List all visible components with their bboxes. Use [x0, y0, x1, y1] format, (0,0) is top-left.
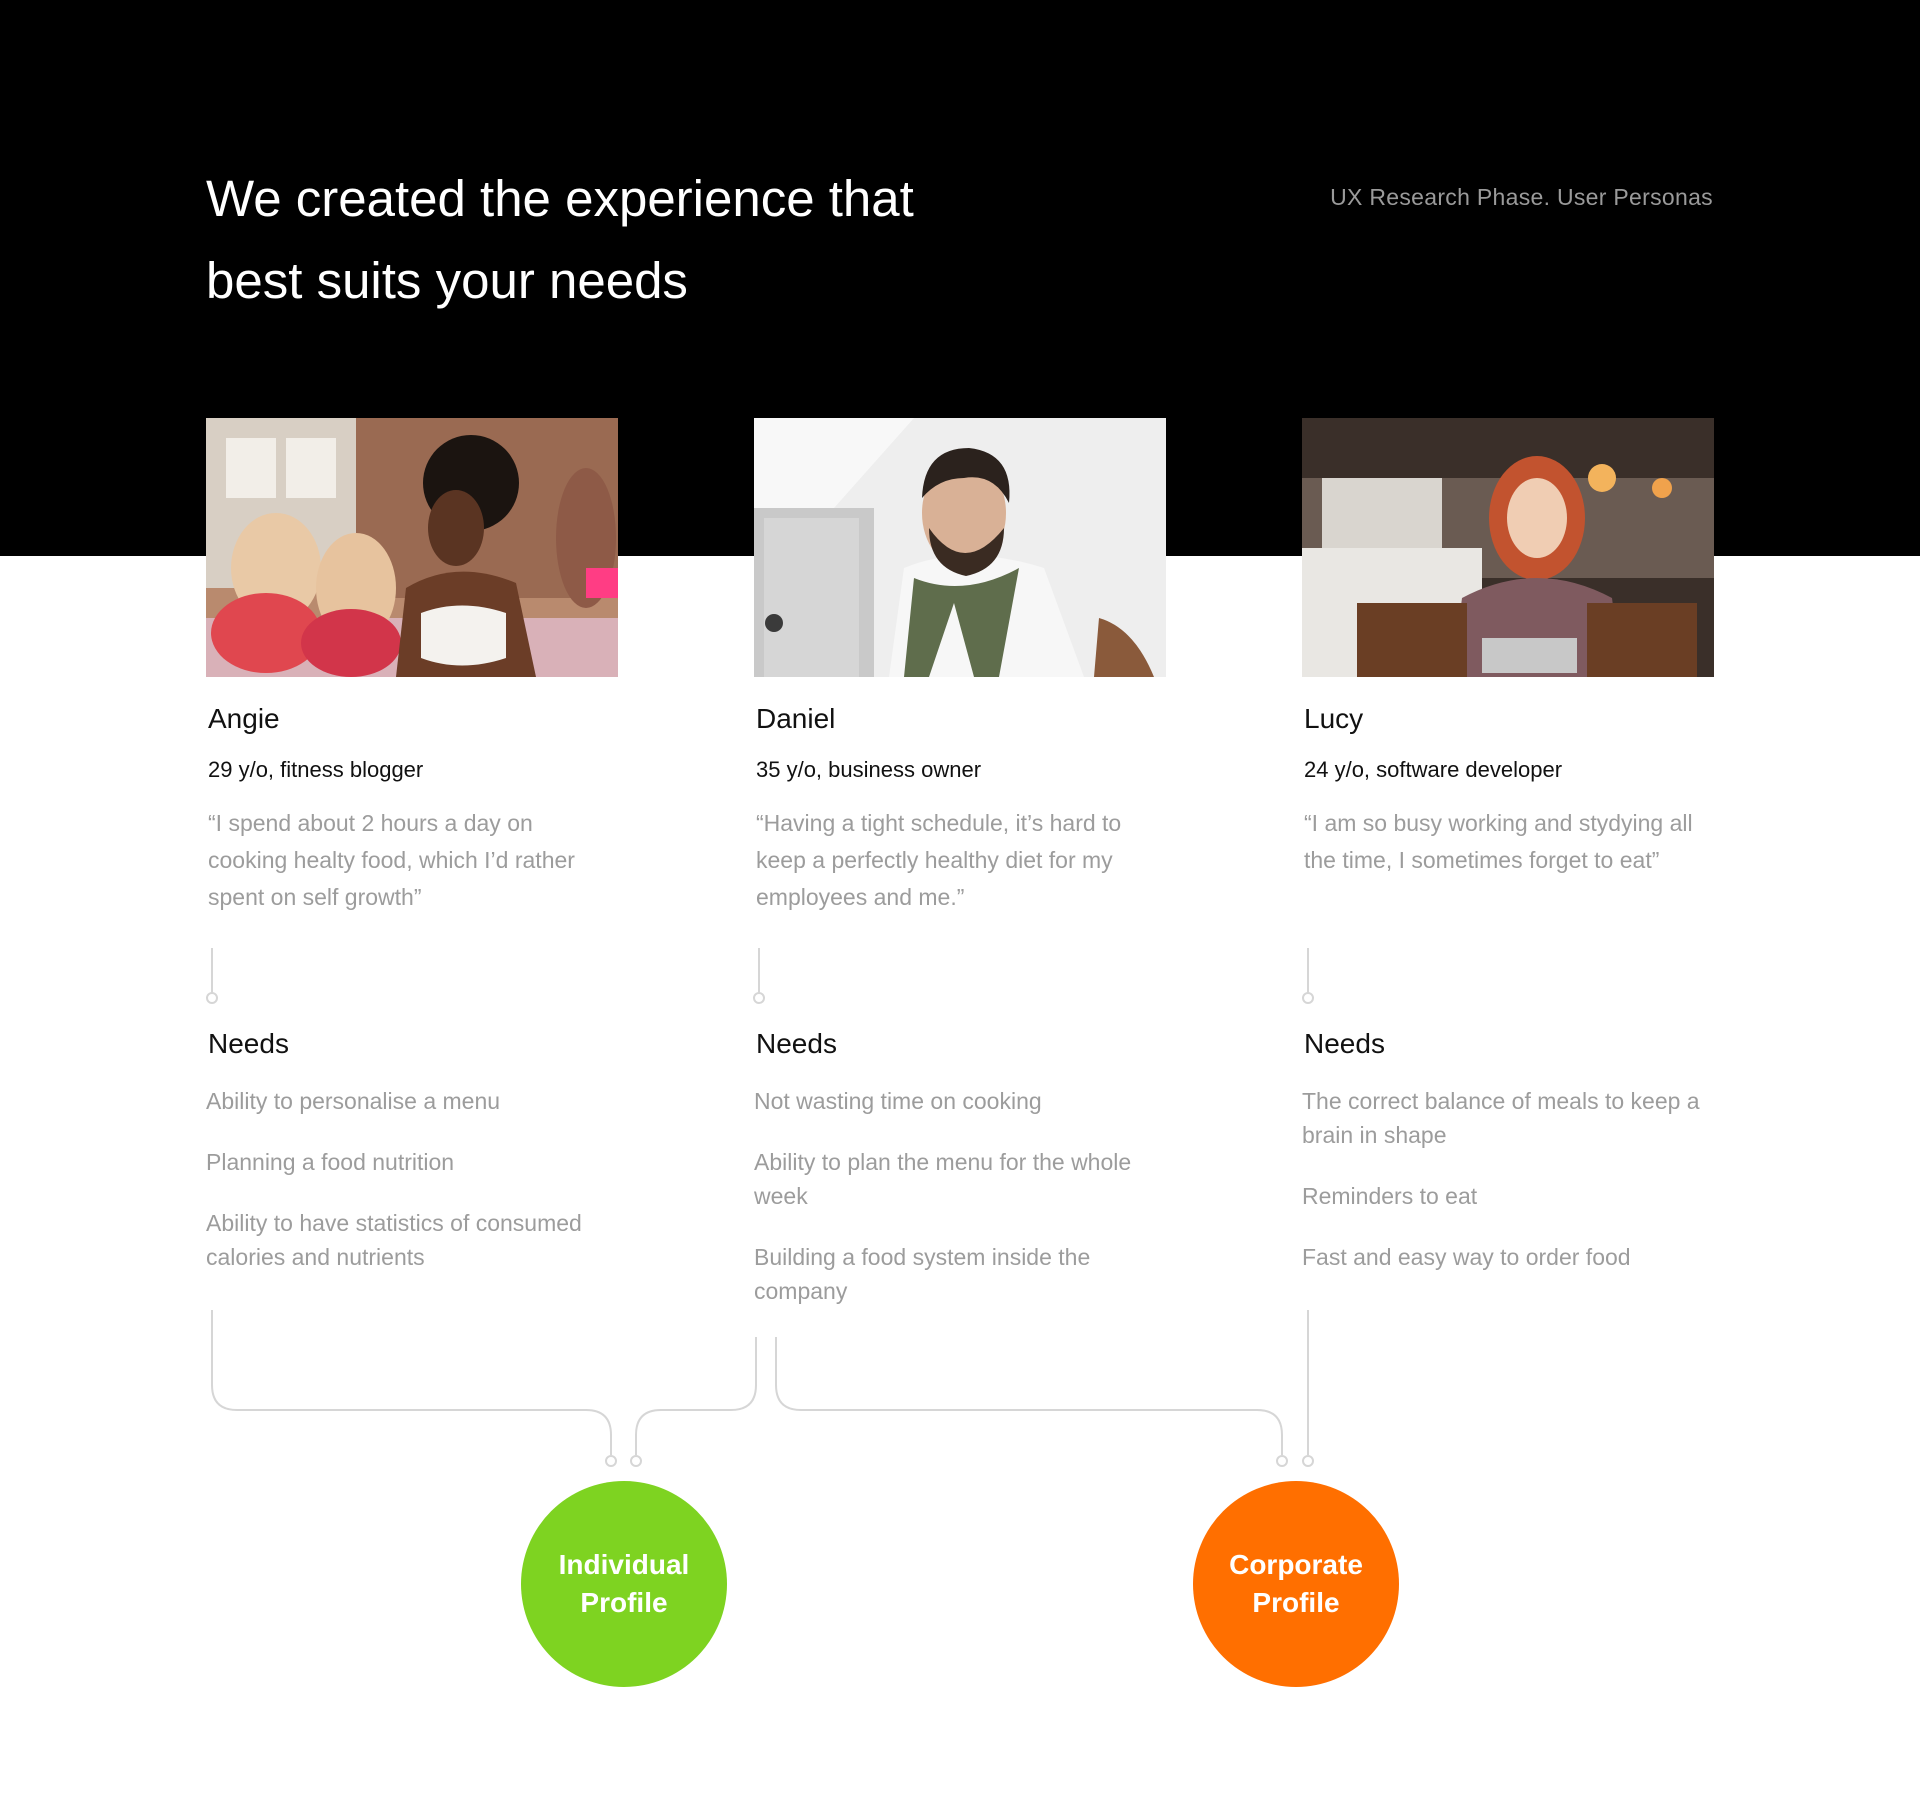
individual-profile-circle: Individual Profile — [521, 1481, 727, 1687]
profile-label-line-1: Corporate — [1229, 1549, 1363, 1580]
flow-connectors — [206, 948, 1314, 1467]
corporate-profile-circle: Corporate Profile — [1193, 1481, 1399, 1687]
profile-label-line-2: Profile — [1252, 1587, 1340, 1618]
profile-label-line-1: Individual — [558, 1549, 690, 1580]
profile-label-line-2: Profile — [580, 1587, 668, 1618]
